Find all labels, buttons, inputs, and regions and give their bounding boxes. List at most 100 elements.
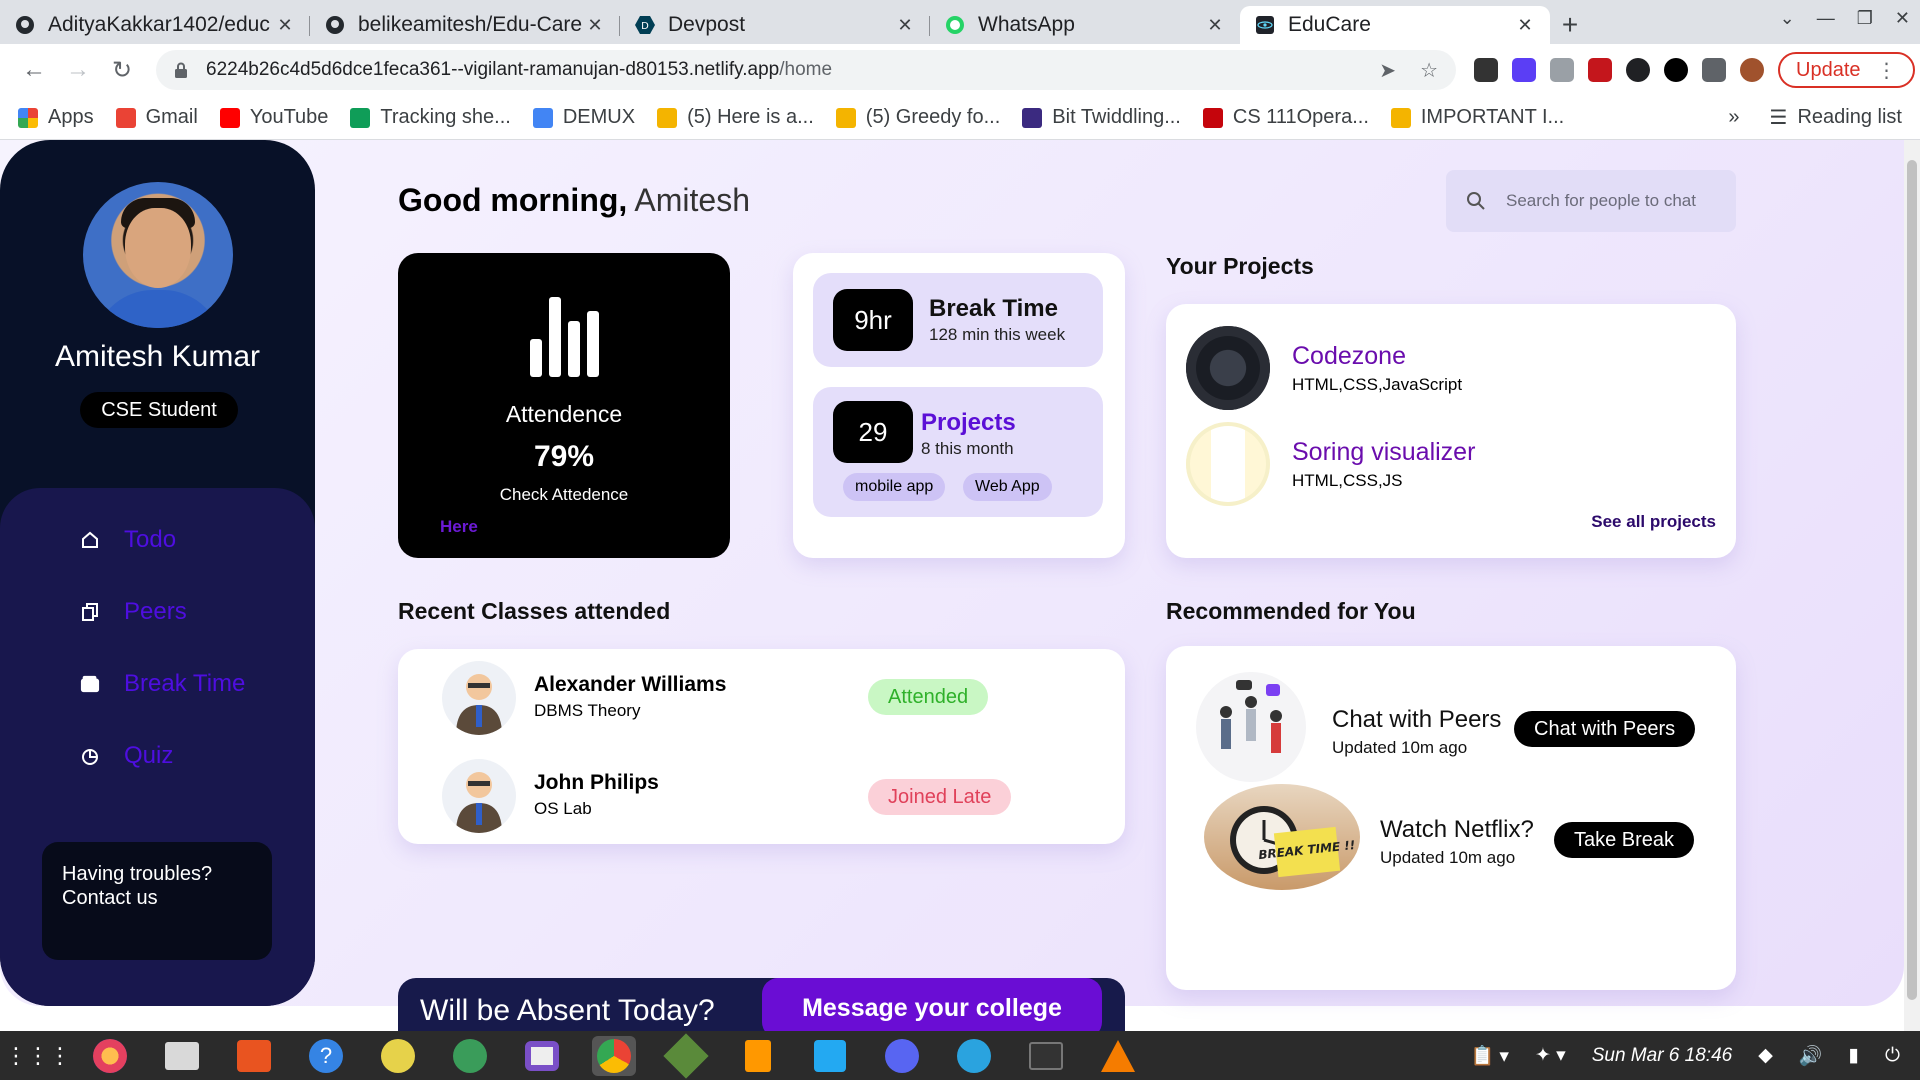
new-tab-button[interactable]: + (1550, 6, 1590, 44)
app-grid-icon[interactable]: ⋮⋮⋮ (5, 1036, 71, 1076)
reading-list[interactable]: ☰ Reading list (1770, 105, 1902, 130)
star-icon[interactable]: ☆ (1420, 58, 1438, 83)
extension-icon[interactable] (1588, 58, 1612, 82)
reload-icon[interactable]: ↻ (102, 50, 142, 90)
atom-icon[interactable] (448, 1036, 492, 1076)
accessibility-icon[interactable]: ✦ ▾ (1535, 1044, 1566, 1067)
teacher-name: Alexander Williams (534, 673, 727, 696)
teacher-avatar (442, 661, 516, 735)
teapot-icon[interactable] (376, 1036, 420, 1076)
help-icon[interactable]: ? (304, 1036, 348, 1076)
update-button[interactable]: Update ⋮ (1778, 52, 1915, 88)
clipboard-icon[interactable]: 📋 ▾ (1470, 1044, 1508, 1068)
help-box[interactable]: Having troubles? Contact us (42, 842, 272, 960)
class-row[interactable]: John Philips OS Lab Joined Late (442, 759, 1082, 833)
browser-tab-active[interactable]: EduCare ✕ (1240, 6, 1550, 44)
class-row[interactable]: Alexander Williams DBMS Theory Attended (442, 661, 1082, 735)
leetcode-icon (835, 107, 856, 128)
browser-tab[interactable]: D Devpost ✕ (620, 6, 930, 44)
close-icon[interactable]: ✕ (894, 15, 916, 36)
extension-icon[interactable] (1664, 58, 1688, 82)
bookmark-item[interactable]: IMPORTANT I... (1390, 106, 1564, 129)
bookmark-label: CS 111Opera... (1232, 106, 1369, 128)
browser-tab[interactable]: belikeamitesh/Edu-Care ✕ (310, 6, 620, 44)
recommend-sub: Updated 10m ago (1332, 738, 1468, 757)
scrollbar-thumb[interactable] (1907, 160, 1917, 1000)
close-window-icon[interactable]: ✕ (1895, 8, 1910, 29)
project-item-codezone[interactable]: Codezone HTML,CSS,JavaScript (1186, 326, 1462, 410)
bookmark-item[interactable]: Tracking she... (350, 106, 511, 129)
firefox-icon[interactable] (88, 1036, 132, 1076)
telegram-icon[interactable] (952, 1036, 996, 1076)
bookmark-item[interactable]: (5) Greedy fo... (835, 106, 1000, 129)
terminal-icon[interactable] (1024, 1036, 1068, 1076)
discord-icon[interactable] (880, 1036, 924, 1076)
bookmark-item[interactable]: (5) Here is a... (657, 106, 814, 129)
send-icon[interactable]: ➤ (1379, 58, 1396, 83)
vlc-icon[interactable] (1096, 1036, 1140, 1076)
chip-mobile-app[interactable]: mobile app (843, 473, 946, 501)
maximize-icon[interactable]: ❐ (1857, 8, 1873, 29)
puzzle-icon[interactable] (1702, 58, 1726, 82)
recommended-title: Recommended for You (1166, 598, 1416, 624)
forward-icon[interactable]: → (58, 50, 98, 90)
software-center-icon[interactable] (232, 1036, 276, 1076)
bookmark-label: YouTube (249, 106, 329, 128)
bookmark-item[interactable]: CS 111Opera... (1202, 106, 1369, 129)
battery-icon[interactable]: ▮ (1849, 1044, 1859, 1067)
close-icon[interactable]: ✕ (274, 15, 296, 36)
address-bar[interactable]: 6224b26c4d5d6dce1feca361--vigilant-raman… (156, 50, 1456, 90)
sublime-icon[interactable] (736, 1036, 780, 1076)
close-icon[interactable]: ✕ (1204, 15, 1226, 36)
contact-us-link[interactable]: Contact us (62, 886, 252, 910)
extension-icon[interactable] (1626, 58, 1650, 82)
vscode-icon[interactable] (808, 1036, 852, 1076)
close-icon[interactable]: ✕ (584, 15, 606, 36)
youtube-icon (219, 107, 240, 128)
bookmark-item[interactable]: YouTube (219, 106, 329, 129)
sidebar-item-peers[interactable]: Peers (80, 598, 187, 626)
bookmark-apps[interactable]: Apps (18, 106, 94, 129)
bookmark-label: Bit Twiddling... (1052, 106, 1181, 128)
chrome-icon[interactable] (592, 1035, 636, 1076)
sidebar-item-label: Peers (124, 598, 187, 625)
attendance-here-link[interactable]: Here (440, 517, 478, 537)
bookmark-item[interactable]: Gmail (115, 106, 198, 129)
take-break-button[interactable]: Take Break (1554, 822, 1695, 858)
sidebar-item-break-time[interactable]: Break Time (80, 670, 245, 698)
wallet-icon (80, 674, 100, 694)
extension-icon[interactable] (1512, 58, 1536, 82)
break-time-stat[interactable]: 9hr Break Time 128 min this week (813, 273, 1103, 367)
wifi-icon[interactable]: ◆ (1758, 1044, 1773, 1067)
more-bookmarks-icon[interactable]: » (1728, 106, 1739, 129)
volume-icon[interactable]: 🔊 (1799, 1044, 1823, 1068)
projects-stat[interactable]: 29 Projects 8 this month mobile app Web … (813, 387, 1103, 517)
close-icon[interactable]: ✕ (1514, 15, 1536, 36)
search-box[interactable]: Search for people to chat (1446, 170, 1736, 232)
clock[interactable]: Sun Mar 6 18:46 (1592, 1045, 1732, 1067)
screenshot-icon[interactable] (520, 1036, 564, 1076)
sidebar-item-todo[interactable]: Todo (80, 526, 176, 554)
profile-avatar[interactable] (1740, 58, 1764, 82)
page-scrollbar[interactable] (1904, 140, 1920, 1031)
sidebar-item-quiz[interactable]: Quiz (80, 742, 173, 770)
chat-with-peers-button[interactable]: Chat with Peers (1514, 711, 1696, 747)
browser-tab[interactable]: AdityaKakkar1402/educ ✕ (0, 6, 310, 44)
bookmark-item[interactable]: Bit Twiddling... (1022, 106, 1181, 129)
chevron-down-icon[interactable]: ⌄ (1780, 8, 1795, 29)
bookmark-item[interactable]: DEMUX (532, 106, 635, 129)
minimize-icon[interactable]: — (1817, 8, 1835, 29)
see-all-projects-link[interactable]: See all projects (1591, 512, 1716, 532)
sidebar-item-label: Quiz (124, 742, 174, 769)
search-input[interactable]: Search for people to chat (1506, 191, 1696, 211)
message-college-button[interactable]: Message your college (762, 978, 1102, 1031)
vim-icon[interactable] (663, 1032, 709, 1079)
project-item-sorting-visualizer[interactable]: Soring visualizer HTML,CSS,JS (1186, 422, 1475, 506)
chip-web-app[interactable]: Web App (963, 473, 1052, 501)
extension-icon[interactable] (1474, 58, 1498, 82)
browser-tab[interactable]: WhatsApp ✕ (930, 6, 1240, 44)
files-icon[interactable] (160, 1036, 204, 1076)
extension-icon[interactable] (1550, 58, 1574, 82)
power-icon[interactable]: ⏻ (1885, 1045, 1900, 1067)
back-icon[interactable]: ← (14, 50, 54, 90)
